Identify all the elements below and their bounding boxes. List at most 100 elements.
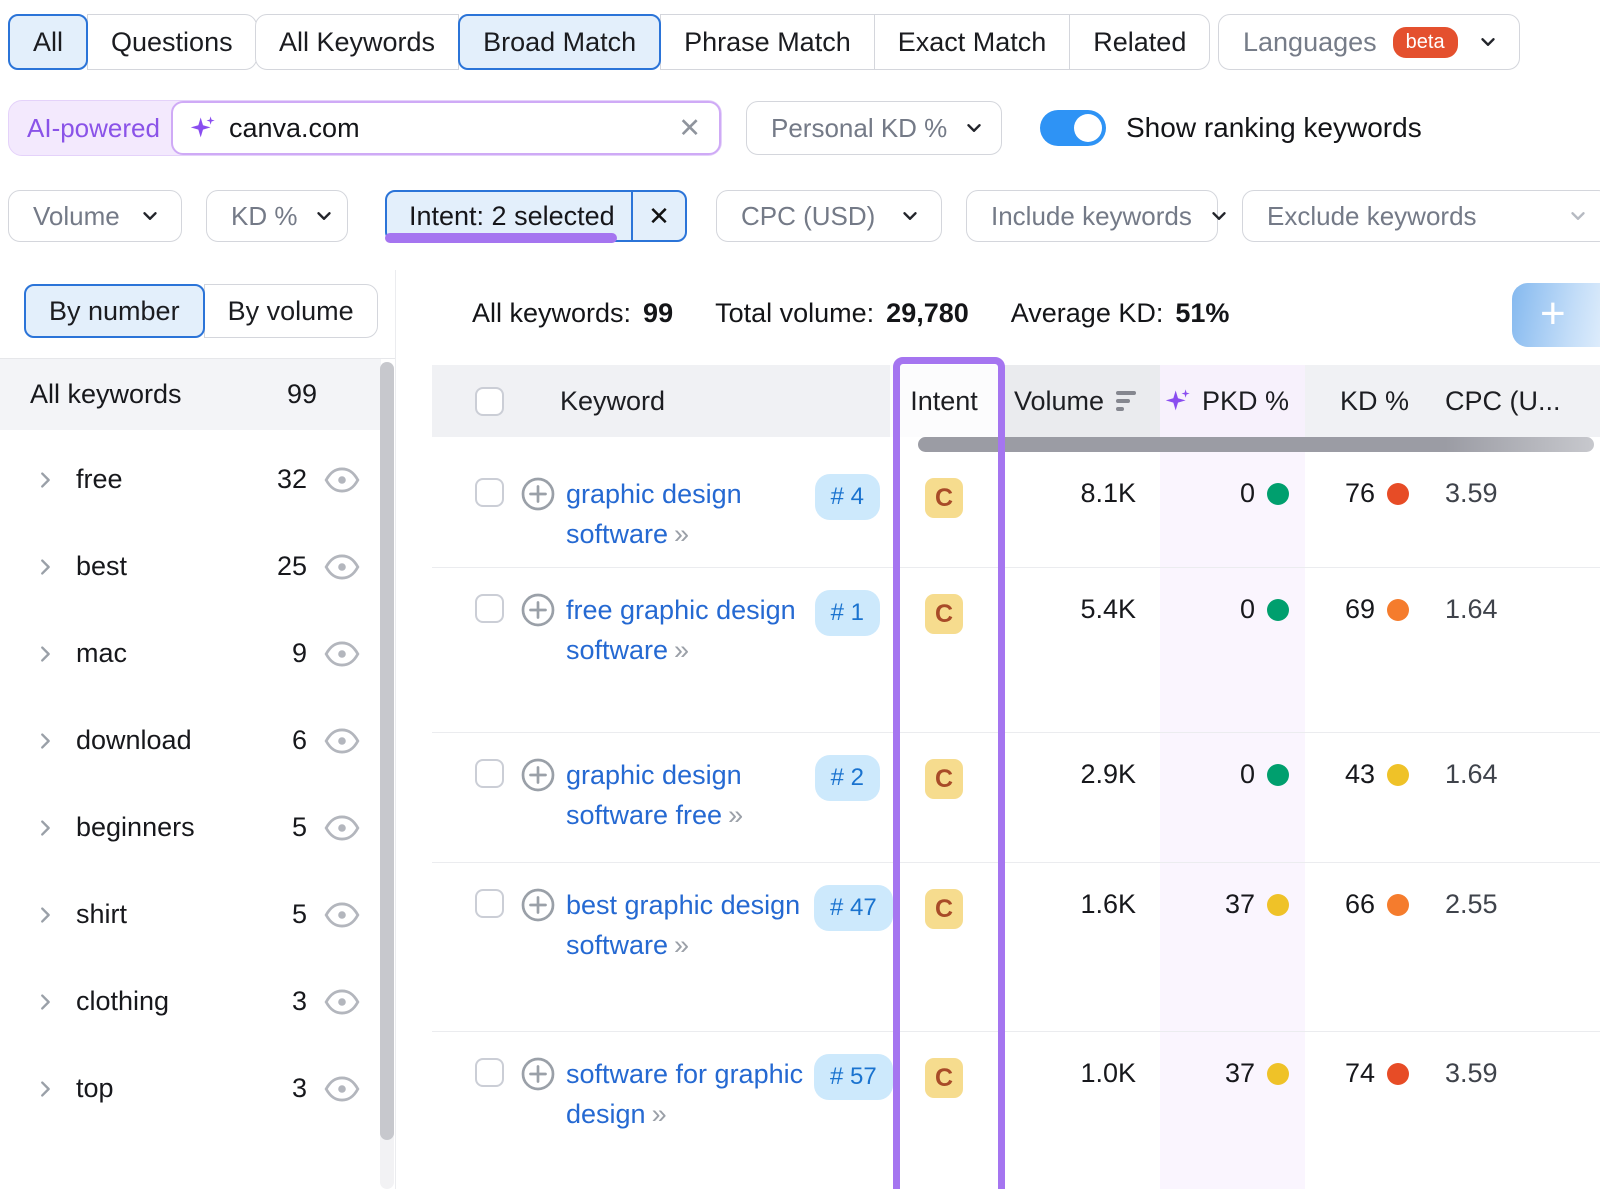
tab-related[interactable]: Related bbox=[1069, 14, 1210, 70]
search-input[interactable]: canva.com ✕ bbox=[171, 101, 721, 155]
row-checkbox[interactable] bbox=[475, 1058, 504, 1087]
eye-icon[interactable] bbox=[323, 900, 361, 930]
ai-search-wrapper: AI-powered canva.com ✕ bbox=[8, 100, 722, 156]
keyword-link[interactable]: software for graphic design» bbox=[566, 1054, 804, 1134]
chevron-down-icon bbox=[313, 205, 335, 227]
horizontal-scrollbar[interactable] bbox=[918, 437, 1594, 452]
sidebar-item-download[interactable]: download 6 bbox=[0, 697, 381, 784]
chevron-down-icon bbox=[1477, 31, 1499, 53]
header-intent[interactable]: Intent bbox=[890, 365, 998, 437]
double-chevron-icon: » bbox=[674, 519, 687, 549]
group-label: mac bbox=[76, 638, 127, 669]
tab-exact-match[interactable]: Exact Match bbox=[874, 14, 1071, 70]
sidebar-item-best[interactable]: best 25 bbox=[0, 523, 381, 610]
eye-icon[interactable] bbox=[323, 465, 361, 495]
tab-broad-match[interactable]: Broad Match bbox=[458, 14, 661, 70]
personal-kd-dropdown[interactable]: Personal KD % bbox=[746, 101, 1002, 155]
chevron-right-icon bbox=[34, 556, 56, 578]
table-row: graphic design software» # 4 C 8.1K 0 76… bbox=[432, 452, 1600, 568]
select-all-checkbox[interactable] bbox=[475, 387, 504, 416]
kd-difficulty-dot bbox=[1387, 1063, 1409, 1085]
keyword-link[interactable]: graphic design software» bbox=[566, 474, 804, 554]
clear-search-icon[interactable]: ✕ bbox=[678, 113, 701, 144]
sort-descending-icon bbox=[1116, 391, 1136, 411]
intent-filter-close-icon[interactable]: ✕ bbox=[631, 192, 685, 240]
group-label: best bbox=[76, 551, 127, 582]
row-checkbox[interactable] bbox=[475, 889, 504, 918]
add-keyword-icon[interactable] bbox=[520, 757, 556, 793]
row-checkbox[interactable] bbox=[475, 478, 504, 507]
volume-filter-label: Volume bbox=[33, 201, 120, 232]
eye-icon[interactable] bbox=[323, 726, 361, 756]
eye-icon[interactable] bbox=[323, 987, 361, 1017]
header-kd[interactable]: KD % bbox=[1305, 365, 1435, 437]
tab-all[interactable]: All bbox=[8, 14, 88, 70]
kd-difficulty-dot bbox=[1387, 483, 1409, 505]
header-pkd[interactable]: PKD % bbox=[1160, 365, 1305, 437]
table-header: Keyword Intent Volume PKD % KD % CPC (U.… bbox=[432, 365, 1600, 437]
table-row: graphic design software free» # 2 C 2.9K… bbox=[432, 733, 1600, 863]
header-cpc[interactable]: CPC (U... bbox=[1435, 365, 1600, 437]
tab-phrase-match[interactable]: Phrase Match bbox=[660, 14, 875, 70]
ai-powered-label: AI-powered bbox=[27, 101, 160, 155]
kd-value: 43 bbox=[1345, 759, 1375, 790]
add-to-list-button[interactable]: + bbox=[1512, 283, 1600, 347]
eye-icon[interactable] bbox=[323, 1074, 361, 1104]
pkd-value: 0 bbox=[1240, 759, 1255, 790]
tab-by-volume[interactable]: By volume bbox=[204, 284, 378, 338]
tab-all-keywords[interactable]: All Keywords bbox=[255, 14, 459, 70]
group-label: beginners bbox=[76, 812, 195, 843]
volume-filter-dropdown[interactable]: Volume bbox=[8, 190, 182, 242]
show-ranking-keywords-label: Show ranking keywords bbox=[1126, 112, 1422, 144]
add-keyword-icon[interactable] bbox=[520, 476, 556, 512]
exclude-keywords-dropdown[interactable]: Exclude keywords bbox=[1242, 190, 1600, 242]
chevron-right-icon bbox=[34, 1078, 56, 1100]
volume-value: 1.0K bbox=[998, 1032, 1160, 1189]
keyword-link[interactable]: graphic design software free» bbox=[566, 755, 804, 835]
sidebar-item-shirt[interactable]: shirt 5 bbox=[0, 871, 381, 958]
sidebar-all-keywords-row[interactable]: All keywords 99 bbox=[0, 359, 381, 430]
show-ranking-keywords-toggle[interactable] bbox=[1040, 110, 1106, 146]
keyword-table-body: graphic design software» # 4 C 8.1K 0 76… bbox=[432, 452, 1600, 1189]
sidebar-item-top[interactable]: top 3 bbox=[0, 1045, 381, 1132]
add-keyword-icon[interactable] bbox=[520, 887, 556, 923]
add-keyword-icon[interactable] bbox=[520, 1056, 556, 1092]
sparkle-icon bbox=[1164, 387, 1192, 415]
keyword-link[interactable]: free graphic design software» bbox=[566, 590, 804, 670]
sidebar-scrollbar-thumb[interactable] bbox=[380, 362, 394, 1140]
keyword-link[interactable]: best graphic design software» bbox=[566, 885, 804, 965]
pkd-difficulty-dot bbox=[1267, 1063, 1289, 1085]
chevron-down-icon bbox=[1208, 205, 1230, 227]
toggle-knob bbox=[1074, 114, 1102, 142]
total-volume-stat-label: Total volume: bbox=[715, 298, 874, 329]
header-volume[interactable]: Volume bbox=[998, 365, 1160, 437]
add-keyword-icon[interactable] bbox=[520, 592, 556, 628]
chevron-down-icon bbox=[899, 205, 921, 227]
sidebar-item-clothing[interactable]: clothing 3 bbox=[0, 958, 381, 1045]
volume-value: 5.4K bbox=[998, 568, 1160, 732]
all-keywords-count: 99 bbox=[287, 379, 317, 410]
personal-kd-label: Personal KD % bbox=[771, 113, 947, 144]
row-checkbox[interactable] bbox=[475, 594, 504, 623]
tab-by-number[interactable]: By number bbox=[24, 284, 205, 338]
row-checkbox[interactable] bbox=[475, 759, 504, 788]
eye-icon[interactable] bbox=[323, 813, 361, 843]
languages-dropdown[interactable]: Languages beta bbox=[1218, 14, 1520, 70]
include-keywords-dropdown[interactable]: Include keywords bbox=[966, 190, 1218, 242]
intent-commercial-badge: C bbox=[925, 1058, 963, 1098]
cpc-filter-dropdown[interactable]: CPC (USD) bbox=[716, 190, 942, 242]
average-kd-stat-label: Average KD: bbox=[1011, 298, 1164, 329]
table-row: software for graphic design» # 57 C 1.0K… bbox=[432, 1032, 1600, 1189]
header-checkbox-cell bbox=[432, 365, 520, 437]
sidebar-item-free[interactable]: free 32 bbox=[0, 436, 381, 523]
sidebar-item-beginners[interactable]: beginners 5 bbox=[0, 784, 381, 871]
include-keywords-label: Include keywords bbox=[991, 201, 1192, 232]
sparkle-icon bbox=[189, 114, 217, 142]
header-keyword[interactable]: Keyword bbox=[520, 365, 890, 437]
tab-questions[interactable]: Questions bbox=[87, 14, 257, 70]
sidebar-item-mac[interactable]: mac 9 bbox=[0, 610, 381, 697]
double-chevron-icon: » bbox=[728, 800, 741, 830]
eye-icon[interactable] bbox=[323, 552, 361, 582]
kd-filter-dropdown[interactable]: KD % bbox=[206, 190, 348, 242]
eye-icon[interactable] bbox=[323, 639, 361, 669]
